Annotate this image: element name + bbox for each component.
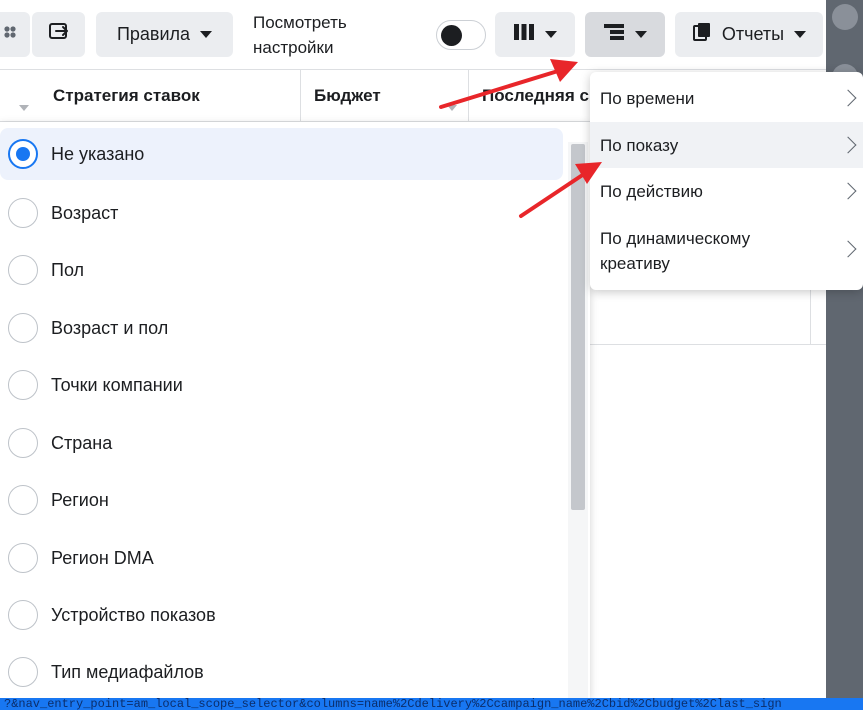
clock-icon[interactable] — [832, 4, 858, 30]
breakdown-option-none[interactable]: Не указано — [0, 128, 563, 180]
chevron-down-icon — [200, 31, 213, 38]
submenu-item-by-time[interactable]: По времени — [590, 74, 863, 122]
chevron-right-icon — [839, 89, 857, 107]
submenu-item-label-line1: По динамическому — [600, 229, 751, 248]
breakdown-option-country[interactable]: Страна — [0, 417, 563, 469]
radio-button[interactable] — [8, 370, 38, 400]
rules-button[interactable]: Правила — [96, 12, 233, 57]
view-settings-line1: Посмотреть — [253, 13, 347, 32]
column-divider[interactable] — [468, 70, 469, 122]
scrollbar[interactable] — [568, 142, 588, 698]
breakdown-dropdown: Не указано Возраст Пол Возраст и пол Точ… — [0, 122, 590, 698]
column-header-bid-strategy[interactable]: Стратегия ставок — [53, 70, 298, 122]
submenu-item-by-dynamic-creative[interactable]: По динамическому креативу — [590, 216, 863, 282]
audience-button[interactable] — [0, 12, 30, 57]
submenu-item-label: По динамическому креативу — [600, 226, 750, 276]
breakdown-option-age-gender[interactable]: Возраст и пол — [0, 302, 563, 354]
breakdown-option-label: Возраст и пол — [51, 317, 169, 338]
toggle-knob — [441, 25, 462, 46]
submenu-item-by-action[interactable]: По действию — [590, 168, 863, 214]
breakdown-option-label: Устройство показов — [51, 604, 216, 625]
chevron-right-icon — [839, 240, 857, 258]
columns-icon — [513, 23, 535, 46]
reports-icon — [692, 22, 712, 47]
radio-button[interactable] — [8, 139, 38, 169]
breakdown-option-gender[interactable]: Пол — [0, 244, 563, 296]
radio-button[interactable] — [8, 657, 38, 687]
breakdown-option-age[interactable]: Возраст — [0, 187, 563, 239]
table-header: Стратегия ставок Бюджет Последняя с — [0, 70, 590, 122]
reports-button[interactable]: Отчеты — [675, 12, 823, 57]
column-header-label: Бюджет — [314, 86, 381, 105]
breakdown-option-label: Регион — [51, 489, 109, 510]
scrollbar-thumb[interactable] — [571, 144, 585, 510]
breakdown-option-label: Возраст — [51, 202, 119, 223]
radio-button[interactable] — [8, 600, 38, 630]
chevron-down-icon — [794, 31, 807, 38]
radio-button[interactable] — [8, 255, 38, 285]
breakdown-option-label: Страна — [51, 432, 113, 453]
breakdown-option-label: Точки компании — [51, 374, 183, 395]
chevron-right-icon — [839, 182, 857, 200]
breakdown-option-dma-region[interactable]: Регион DMA — [0, 532, 563, 584]
column-header-last-significant[interactable]: Последняя с — [482, 70, 590, 122]
radio-button[interactable] — [8, 485, 38, 515]
column-header-label: Последняя с — [482, 86, 589, 105]
column-header-budget[interactable]: Бюджет — [314, 70, 464, 122]
submenu-item-label: По показу — [600, 135, 679, 155]
table-row — [590, 290, 826, 345]
breakdown-option-label: Не указано — [51, 143, 145, 164]
radio-button[interactable] — [8, 543, 38, 573]
breakdown-option-media-type[interactable]: Тип медиафайлов — [0, 646, 563, 698]
breakdown-icon — [603, 23, 625, 46]
breakdown-option-label: Регион DMA — [51, 547, 154, 568]
radio-button[interactable] — [8, 313, 38, 343]
breakdown-option-label: Пол — [51, 259, 85, 280]
submenu-item-label: По действию — [600, 181, 703, 201]
breakdown-option-impression-device[interactable]: Устройство показов — [0, 589, 563, 641]
column-divider — [810, 290, 811, 345]
view-settings-toggle[interactable] — [436, 20, 486, 50]
submenu-item-label-line2: креативу — [600, 254, 670, 273]
chevron-down-icon — [545, 31, 557, 38]
column-divider[interactable] — [300, 70, 301, 122]
export-icon — [48, 21, 70, 48]
radio-button[interactable] — [8, 198, 38, 228]
chevron-down-icon — [635, 31, 647, 38]
columns-button[interactable] — [495, 12, 575, 57]
reports-label: Отчеты — [721, 24, 785, 44]
breakdown-button[interactable] — [585, 12, 665, 57]
chevron-right-icon — [839, 136, 857, 154]
export-button[interactable] — [32, 12, 85, 57]
sort-icon[interactable] — [19, 105, 29, 111]
view-settings-line2: настройки — [253, 38, 334, 57]
rules-label: Правила — [116, 24, 191, 44]
radio-button[interactable] — [8, 428, 38, 458]
status-url-bar: ?&nav_entry_point=am_local_scope_selecto… — [0, 698, 863, 710]
view-settings-label: Посмотреть настройки — [253, 10, 413, 60]
status-url-text: ?&nav_entry_point=am_local_scope_selecto… — [4, 698, 782, 710]
submenu-item-by-delivery[interactable]: По показу — [590, 122, 863, 168]
column-header-label: Стратегия ставок — [53, 86, 200, 105]
sort-icon[interactable] — [447, 105, 457, 111]
breakdown-option-business-locations[interactable]: Точки компании — [0, 359, 563, 411]
people-icon — [2, 24, 18, 45]
submenu-item-label: По времени — [600, 88, 695, 108]
toolbar: Правила Посмотреть настройки Отчеты — [0, 0, 826, 70]
breakdown-submenu: По времени По показу По действию По дина… — [590, 72, 863, 290]
breakdown-option-label: Тип медиафайлов — [51, 661, 204, 682]
radio-dot — [16, 147, 30, 161]
breakdown-option-region[interactable]: Регион — [0, 474, 563, 526]
